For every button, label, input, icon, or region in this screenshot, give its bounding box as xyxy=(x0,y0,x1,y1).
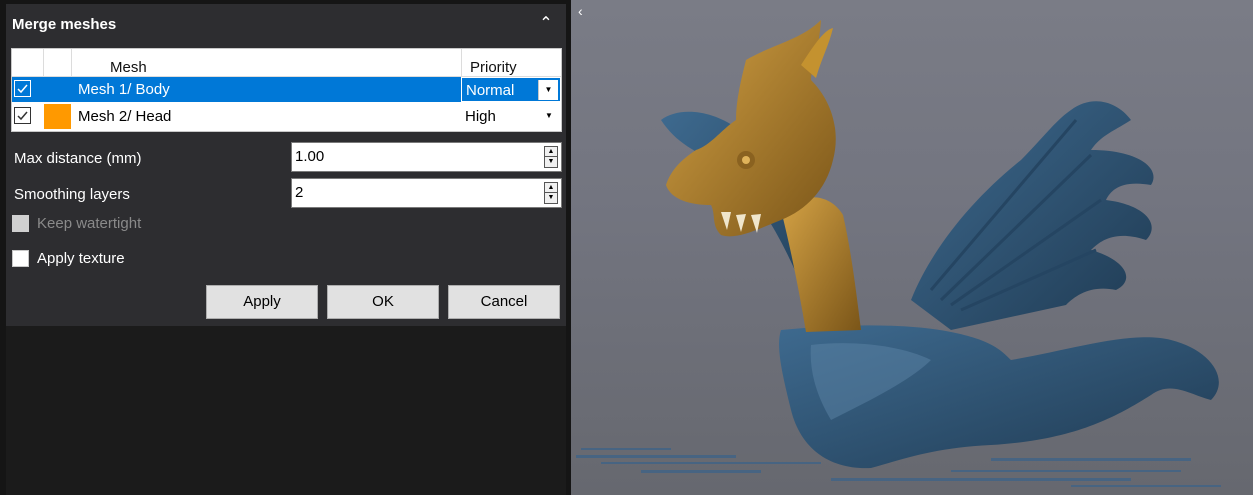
priority-value: High xyxy=(465,108,496,125)
column-separator xyxy=(461,49,462,77)
spin-up-icon[interactable]: ▲ xyxy=(545,147,557,157)
smoothing-layers-spinbox[interactable]: ▲ ▼ xyxy=(291,178,562,208)
mesh-name: Mesh 1/ Body xyxy=(78,81,170,98)
spin-buttons: ▲ ▼ xyxy=(544,146,558,168)
spin-up-icon[interactable]: ▲ xyxy=(545,183,557,193)
priority-value: Normal xyxy=(466,82,515,99)
apply-texture-checkbox[interactable] xyxy=(12,250,29,267)
mesh-color-swatch[interactable] xyxy=(44,104,71,129)
spin-down-icon[interactable]: ▼ xyxy=(545,193,557,203)
apply-button[interactable]: Apply xyxy=(206,285,318,319)
smoothing-layers-label: Smoothing layers xyxy=(14,186,130,203)
chevron-up-icon[interactable]: ⌃ xyxy=(536,13,556,35)
mesh-name: Mesh 2/ Head xyxy=(78,108,172,125)
dropdown-arrow-icon[interactable]: ▼ xyxy=(539,106,559,126)
column-separator xyxy=(71,49,72,77)
dragon-eye-highlight xyxy=(742,156,750,164)
mesh-color-swatch[interactable] xyxy=(44,77,71,102)
spin-buttons: ▲ ▼ xyxy=(544,182,558,204)
spin-down-icon[interactable]: ▼ xyxy=(545,157,557,167)
column-separator xyxy=(43,49,44,77)
keep-watertight-checkbox[interactable] xyxy=(12,215,29,232)
dropdown-arrow-icon[interactable]: ▼ xyxy=(538,80,558,100)
3d-viewport[interactable]: ‹ xyxy=(571,0,1253,495)
table-row[interactable]: Mesh 1/ Body Normal ▼ xyxy=(12,77,561,102)
column-header-priority[interactable]: Priority xyxy=(470,59,517,76)
priority-select[interactable]: Normal ▼ xyxy=(461,77,561,102)
mesh-table: Mesh Priority Mesh 1/ Body Normal ▼ Mesh… xyxy=(11,48,562,132)
max-distance-input[interactable] xyxy=(295,148,535,165)
merge-meshes-panel: Merge meshes ⌃ Mesh Priority Mesh 1/ Bod… xyxy=(0,0,571,495)
chevron-left-icon[interactable]: ‹ xyxy=(578,3,583,19)
keep-watertight-label: Keep watertight xyxy=(37,215,142,232)
apply-texture-label: Apply texture xyxy=(37,250,125,267)
cancel-button[interactable]: Cancel xyxy=(448,285,560,319)
ok-button[interactable]: OK xyxy=(327,285,439,319)
column-header-mesh[interactable]: Mesh xyxy=(110,59,147,76)
mesh-checkbox[interactable] xyxy=(14,107,31,124)
table-row[interactable]: Mesh 2/ Head High ▼ xyxy=(12,104,561,129)
dragon-mesh-render xyxy=(576,20,1221,487)
empty-panel-area xyxy=(6,326,566,495)
panel-title: Merge meshes xyxy=(12,16,117,33)
panel-header: Merge meshes ⌃ xyxy=(6,4,566,46)
priority-select[interactable]: High ▼ xyxy=(461,104,561,129)
check-icon xyxy=(17,111,28,121)
table-header: Mesh Priority xyxy=(12,49,561,77)
check-icon xyxy=(17,84,28,94)
max-distance-spinbox[interactable]: ▲ ▼ xyxy=(291,142,562,172)
mesh-checkbox[interactable] xyxy=(14,80,31,97)
smoothing-layers-input[interactable] xyxy=(295,184,535,201)
max-distance-label: Max distance (mm) xyxy=(14,150,142,167)
